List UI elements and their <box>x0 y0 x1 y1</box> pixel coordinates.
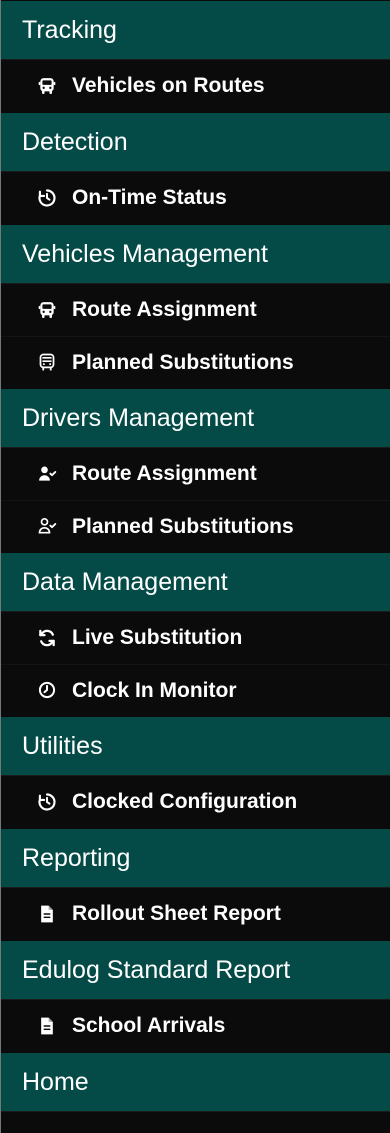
sidebar-menu: Tracking Vehicles on Routes Detection On… <box>0 0 390 1133</box>
refresh-icon <box>37 628 57 648</box>
section-reporting: Reporting Rollout Sheet Report <box>1 828 390 940</box>
section-header-tracking[interactable]: Tracking <box>1 0 390 60</box>
menu-item-label: On-Time Status <box>72 186 227 209</box>
menu-item-label: Planned Substitutions <box>72 350 294 374</box>
bus-icon <box>37 76 57 96</box>
user-check-icon <box>37 464 57 484</box>
section-title: Data Management <box>22 567 228 596</box>
menu-item-label: Clock In Monitor <box>72 678 237 702</box>
section-header-utilities[interactable]: Utilities <box>1 716 390 776</box>
menu-item-clock-in-monitor[interactable]: Clock In Monitor <box>1 664 390 716</box>
section-edulog-standard-report: Edulog Standard Report School Arrivals <box>1 940 390 1052</box>
section-utilities: Utilities Clocked Configuration <box>1 716 390 828</box>
section-title: Utilities <box>22 731 103 760</box>
section-header-edulog-standard-report[interactable]: Edulog Standard Report <box>1 940 390 1000</box>
menu-item-label: Live Substitution <box>72 626 243 649</box>
section-detection: Detection On-Time Status <box>1 112 390 224</box>
menu-item-vehicle-planned-substitutions[interactable]: Planned Substitutions <box>1 336 390 388</box>
section-header-drivers-management[interactable]: Drivers Management <box>1 388 390 448</box>
menu-item-label: Route Assignment <box>72 462 257 485</box>
section-title: Reporting <box>22 843 131 872</box>
section-title: Tracking <box>22 15 117 44</box>
menu-item-clocked-configuration[interactable]: Clocked Configuration <box>1 776 390 828</box>
menu-item-school-arrivals[interactable]: School Arrivals <box>1 1000 390 1052</box>
menu-item-label: Vehicles on Routes <box>72 74 265 97</box>
menu-item-label: Rollout Sheet Report <box>72 902 281 925</box>
section-vehicles-management: Vehicles Management Route Assignment Pla… <box>1 224 390 388</box>
section-drivers-management: Drivers Management Route Assignment Plan… <box>1 388 390 552</box>
section-header-detection[interactable]: Detection <box>1 112 390 172</box>
bus-outline-icon <box>37 352 57 372</box>
section-header-data-management[interactable]: Data Management <box>1 552 390 612</box>
section-title: Drivers Management <box>22 403 255 432</box>
section-title: Vehicles Management <box>22 239 268 268</box>
menu-item-driver-route-assignment[interactable]: Route Assignment <box>1 448 390 500</box>
timer-icon <box>37 188 57 208</box>
section-header-vehicles-management[interactable]: Vehicles Management <box>1 224 390 284</box>
menu-item-label: Planned Substitutions <box>72 514 294 538</box>
menu-item-label: School Arrivals <box>72 1014 226 1037</box>
document-icon <box>37 904 57 924</box>
section-tracking: Tracking Vehicles on Routes <box>1 0 390 112</box>
menu-item-live-substitution[interactable]: Live Substitution <box>1 612 390 664</box>
menu-item-label: Clocked Configuration <box>72 790 298 813</box>
section-header-reporting[interactable]: Reporting <box>1 828 390 888</box>
section-data-management: Data Management Live Substitution Clock … <box>1 552 390 716</box>
timer-icon <box>37 792 57 812</box>
section-home: Home <box>1 1052 390 1112</box>
menu-item-vehicle-route-assignment[interactable]: Route Assignment <box>1 284 390 336</box>
menu-item-rollout-sheet-report[interactable]: Rollout Sheet Report <box>1 888 390 940</box>
menu-item-driver-planned-substitutions[interactable]: Planned Substitutions <box>1 500 390 552</box>
section-title: Detection <box>22 127 128 156</box>
section-header-home[interactable]: Home <box>1 1052 390 1112</box>
menu-item-label: Route Assignment <box>72 298 257 321</box>
section-title: Edulog Standard Report <box>22 955 291 984</box>
document-icon <box>37 1016 57 1036</box>
user-check-outline-icon <box>37 516 57 536</box>
clock-icon <box>37 680 57 700</box>
bus-icon <box>37 300 57 320</box>
menu-item-on-time-status[interactable]: On-Time Status <box>1 172 390 224</box>
section-title: Home <box>22 1067 89 1096</box>
menu-item-vehicles-on-routes[interactable]: Vehicles on Routes <box>1 60 390 112</box>
